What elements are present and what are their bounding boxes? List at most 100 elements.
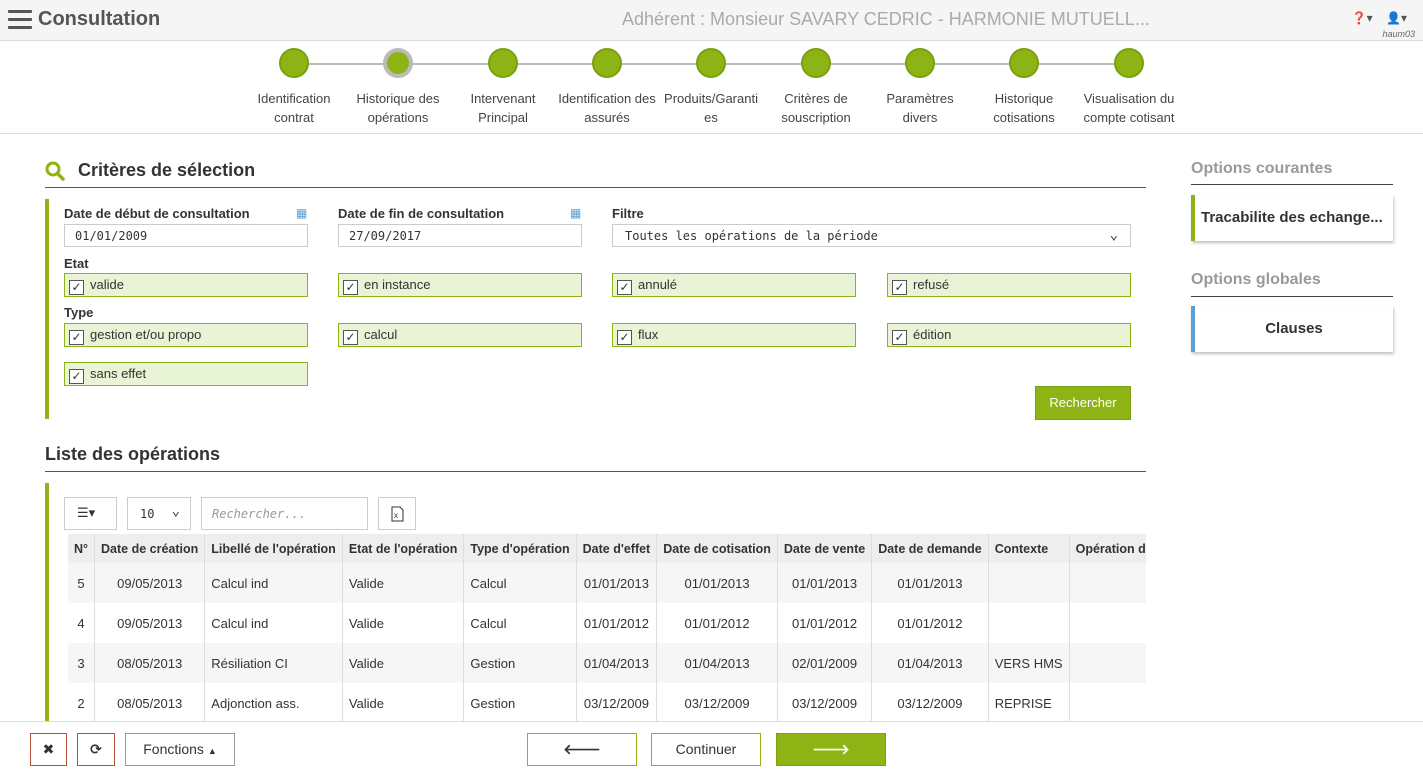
start-date-input[interactable]: 01/01/2009	[64, 224, 308, 247]
col-contexte[interactable]: Contexte	[988, 534, 1070, 563]
checkbox-etat-valide[interactable]: ✓ valide	[64, 273, 308, 297]
search-button[interactable]: Rechercher	[1035, 386, 1131, 420]
step-dot	[383, 48, 413, 78]
checkbox-type-calcul[interactable]: ✓ calcul	[338, 323, 582, 347]
table-row[interactable]: 5 09/05/2013 Calcul ind Valide Calcul 01…	[68, 563, 1146, 603]
hamburger-menu-icon[interactable]	[8, 10, 32, 29]
step-criteres-souscription[interactable]: Critères de souscription	[761, 48, 871, 127]
step-dot	[801, 48, 831, 78]
checkbox-type-flux[interactable]: ✓ flux	[612, 323, 856, 347]
check-icon: ✓	[617, 280, 632, 295]
cell: Valide	[342, 603, 465, 643]
cell: Calcul	[463, 563, 577, 603]
checkbox-label: calcul	[364, 327, 398, 342]
col-operation-g[interactable]: Opération de g	[1069, 534, 1146, 563]
chevron-down-icon: ⌄	[1109, 227, 1118, 243]
functions-button[interactable]: Fonctions ▲	[125, 733, 235, 766]
step-identification-contrat[interactable]: Identification contrat	[239, 48, 349, 127]
filter-select[interactable]: Toutes les opérations de la période ⌄	[612, 224, 1131, 247]
checkbox-type-sans-effet[interactable]: ✓ sans effet	[64, 362, 308, 386]
check-icon: ✓	[343, 280, 358, 295]
step-label: Historique des opérations	[356, 91, 440, 125]
col-date-cotisation[interactable]: Date de cotisation	[656, 534, 778, 563]
cell: Valide	[342, 563, 465, 603]
checkbox-type-edition[interactable]: ✓ édition	[887, 323, 1131, 347]
cell: Valide	[342, 643, 465, 683]
cell: 01/01/2013	[777, 563, 873, 603]
checkbox-etat-annule[interactable]: ✓ annulé	[612, 273, 856, 297]
step-historique-operations[interactable]: Historique des opérations	[343, 48, 453, 127]
cell: REPRISE	[988, 683, 1070, 721]
cell: 03/12/2009	[656, 683, 778, 721]
table-row[interactable]: 3 08/05/2013 Résiliation CI Valide Gesti…	[68, 643, 1146, 683]
option-tracabilite-button[interactable]: Tracabilite des echange...	[1191, 195, 1393, 241]
refresh-icon: ⟳	[90, 741, 102, 757]
next-button[interactable]: 🡒	[776, 733, 886, 766]
help-icon[interactable]: ❓▾	[1352, 11, 1373, 25]
cell: Calcul ind	[204, 563, 343, 603]
check-icon: ✓	[892, 330, 907, 345]
previous-button[interactable]: 🡐	[527, 733, 637, 766]
checkbox-label: annulé	[638, 277, 678, 292]
header-icons: ❓▾ 👤▾	[1342, 11, 1407, 25]
step-intervenant-principal[interactable]: Intervenant Principal	[448, 48, 558, 127]
cell: 01/01/2013	[871, 563, 989, 603]
end-date-input[interactable]: 27/09/2017	[338, 224, 582, 247]
col-type[interactable]: Type d'opération	[463, 534, 577, 563]
step-label: Paramètres divers	[886, 91, 954, 125]
calendar-icon[interactable]: ▦	[570, 206, 582, 220]
col-date-effet[interactable]: Date d'effet	[576, 534, 658, 563]
adherent-info: Adhérent : Monsieur SAVARY CEDRIC - HARM…	[622, 9, 1150, 29]
functions-label: Fonctions	[143, 741, 204, 757]
col-date-creation[interactable]: Date de création	[94, 534, 206, 563]
checkbox-label: flux	[638, 327, 659, 342]
cell: 01/01/2013	[576, 563, 658, 603]
global-options-title: Options globales	[1191, 271, 1321, 288]
step-label: Identification contrat	[257, 91, 331, 125]
calendar-icon[interactable]: ▦	[296, 206, 308, 220]
step-produits-garanties[interactable]: Produits/Garanti es	[656, 48, 766, 127]
filter-value: Toutes les opérations de la période	[625, 229, 878, 243]
checkbox-etat-en-instance[interactable]: ✓ en instance	[338, 273, 582, 297]
step-parametres-divers[interactable]: Paramètres divers	[865, 48, 975, 127]
column-chooser-button[interactable]: ☰▾	[64, 497, 117, 530]
checkbox-type-gestion[interactable]: ✓ gestion et/ou propo	[64, 323, 308, 347]
col-date-vente[interactable]: Date de vente	[777, 534, 873, 563]
step-dot	[1009, 48, 1039, 78]
user-icon[interactable]: 👤▾	[1386, 11, 1407, 25]
table-search-input[interactable]: Rechercher...	[201, 497, 368, 530]
col-etat[interactable]: Etat de l'opération	[342, 534, 465, 563]
col-libelle[interactable]: Libellé de l'opération	[204, 534, 343, 563]
checkbox-etat-refuse[interactable]: ✓ refusé	[887, 273, 1131, 297]
page-size-select[interactable]: 10 ⌄	[127, 497, 191, 530]
cell: 03/12/2009	[871, 683, 989, 721]
cell: 08/05/2013	[94, 643, 206, 683]
table-row[interactable]: 4 09/05/2013 Calcul ind Valide Calcul 01…	[68, 603, 1146, 643]
close-button[interactable]: ✖	[30, 733, 67, 766]
continue-button[interactable]: Continuer	[651, 733, 761, 766]
step-historique-cotisations[interactable]: Historique cotisations	[969, 48, 1079, 127]
col-date-demande[interactable]: Date de demande	[871, 534, 989, 563]
cell: 09/05/2013	[94, 603, 206, 643]
option-clauses-button[interactable]: Clauses	[1191, 306, 1393, 352]
export-excel-button[interactable]: x	[378, 497, 416, 530]
step-dot	[592, 48, 622, 78]
cell: 01/01/2012	[576, 603, 658, 643]
checkbox-label: sans effet	[90, 366, 147, 381]
search-icon	[45, 161, 65, 181]
cell	[1069, 683, 1146, 721]
arrow-right-icon: 🡒	[812, 741, 850, 757]
checkbox-label: valide	[90, 277, 124, 292]
arrow-left-icon: 🡐	[563, 741, 601, 757]
cell: Gestion	[463, 683, 577, 721]
cell: Calcul ind	[204, 603, 343, 643]
page-size-value: 10	[140, 507, 155, 521]
step-dot	[905, 48, 935, 78]
step-identification-assures[interactable]: Identification des assurés	[552, 48, 662, 127]
refresh-button[interactable]: ⟳	[77, 733, 115, 766]
step-visualisation-compte[interactable]: Visualisation du compte cotisant	[1074, 48, 1184, 127]
table-row[interactable]: 2 08/05/2013 Adjonction ass. Valide Gest…	[68, 683, 1146, 721]
cell: 01/04/2013	[871, 643, 989, 683]
col-numero[interactable]: N°	[68, 534, 96, 563]
cell	[1069, 643, 1146, 683]
